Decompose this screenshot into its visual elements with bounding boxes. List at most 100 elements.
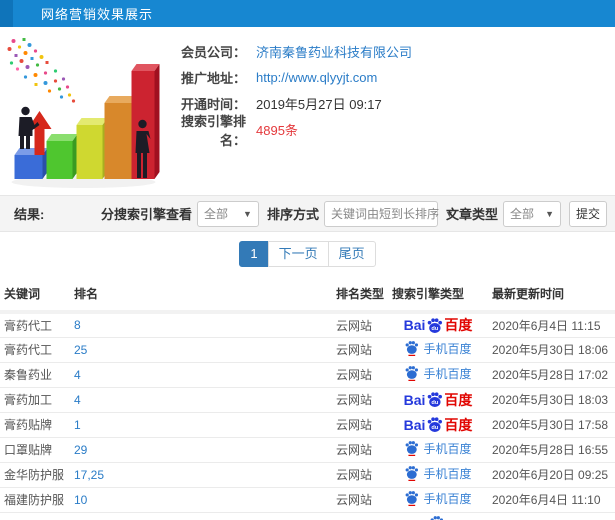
engine-select[interactable]: 全部 ▼	[196, 200, 259, 227]
col-rank-type: 排名类型	[332, 277, 388, 314]
engine-filter-label: 分搜索引擎查看	[100, 207, 192, 222]
rank-link[interactable]: 1	[74, 418, 81, 432]
article-type-value: 全部	[510, 207, 535, 221]
updated-cell: 2020年5月30日 17:58	[488, 412, 615, 438]
table-row: 金华防护服 17,25 云网站 手机百度 2020年6月20日 09:25	[0, 462, 615, 488]
engine-select-value: 全部	[203, 207, 228, 221]
baidu-paw-icon	[406, 466, 419, 482]
rank-type-cell: 云网站	[332, 337, 388, 363]
rank-type-cell: 云网站	[332, 312, 388, 338]
keyword-cell: 膏药加工	[0, 387, 70, 413]
mobile-baidu-logo: 手机百度	[404, 465, 472, 482]
sort-select[interactable]: 关键词由短到长排序 ▼	[323, 200, 454, 227]
page-title: 网络营销效果展示	[41, 7, 154, 22]
rank-type-cell	[332, 512, 388, 520]
rank-link[interactable]: 25	[74, 343, 87, 357]
rank-link[interactable]: 10	[74, 493, 87, 507]
col-keyword: 关键词	[0, 277, 70, 314]
account-info-section: 会员公司： 济南秦鲁药业科技有限公司 推广地址： http://www.qlyy…	[0, 27, 615, 195]
rank-link[interactable]: 4	[74, 393, 81, 407]
sort-select-value: 关键词由短到长排序	[330, 207, 439, 221]
promo-url-row: 推广地址： http://www.qlyyjt.com	[162, 69, 615, 86]
company-label: 会员公司：	[180, 45, 246, 60]
company-link[interactable]: 济南秦鲁药业科技有限公司	[256, 42, 412, 61]
pagination: 1 下一页 尾页	[0, 241, 615, 267]
updated-cell: 2020年5月30日 18:06	[488, 337, 615, 363]
open-time-row: 开通时间： 2019年5月27日 09:17	[162, 95, 615, 112]
baidu-paw-icon	[406, 341, 419, 357]
marketing-report-page: 网络营销效果展示 会员公司： 济南秦鲁药业科技有限公司 推广地址： http:/…	[0, 0, 615, 520]
updated-cell: 2020年5月28日 17:02	[488, 362, 615, 388]
member-info-list: 会员公司： 济南秦鲁药业科技有限公司 推广地址： http://www.qlyy…	[162, 35, 615, 195]
submit-button[interactable]: 提交	[569, 200, 607, 227]
table-row: 膏药代工 25 云网站 手机百度 2020年5月30日 18:06	[0, 337, 615, 363]
keyword-rank-table: 关键词 排名 排名类型 搜索引擎类型 最新更新时间 膏药代工 8 云网站 Bai…	[0, 277, 615, 520]
svg-text:du: du	[432, 326, 439, 332]
col-updated: 最新更新时间	[488, 277, 615, 314]
rank-type-cell: 云网站	[332, 487, 388, 513]
updated-cell: 2020年5月30日 18:03	[488, 387, 615, 413]
table-row: 口罩贴牌 29 云网站 手机百度 2020年5月28日 16:55	[0, 437, 615, 463]
chevron-down-icon: ▼	[243, 208, 252, 219]
article-type-select[interactable]: 全部 ▼	[503, 200, 561, 227]
rank-link[interactable]: 29	[74, 443, 87, 457]
open-time-value: 2019年5月27日 09:17	[256, 97, 382, 112]
mobile-baidu-logo: 手机百度	[404, 340, 472, 357]
confetti-dots	[7, 38, 76, 103]
rank-link[interactable]: 17,25	[74, 468, 104, 482]
keyword-cell: 膏药贴牌	[0, 412, 70, 438]
keyword-cell: 口罩贴牌	[0, 437, 70, 463]
engine-rank-row: 搜索引擎排名： 4895条	[162, 114, 615, 148]
mobile-baidu-logo: 手机百度	[404, 490, 472, 507]
keyword-cell: 金华防护服	[0, 462, 70, 488]
table-row	[0, 512, 615, 520]
last-page-button[interactable]: 尾页	[327, 241, 376, 267]
engine-rank-label: 搜索引擎排名：	[180, 113, 246, 148]
updated-cell: 2020年5月28日 16:55	[488, 437, 615, 463]
table-header-row: 关键词 排名 排名类型 搜索引擎类型 最新更新时间	[0, 277, 615, 314]
table-row: 膏药贴牌 1 云网站 Bai du 百度 2020年5月30日 17:58	[0, 412, 615, 438]
baidu-paw-icon: du	[428, 417, 443, 432]
baidu-logo: Bai du 百度	[403, 391, 473, 408]
rank-type-cell: 云网站	[332, 387, 388, 413]
result-label: 结果:	[14, 207, 45, 222]
baidu-paw-icon	[430, 516, 443, 520]
table-row: 秦鲁药业 4 云网站 手机百度 2020年5月28日 17:02	[0, 362, 615, 388]
keyword-cell: 福建防护服	[0, 487, 70, 513]
title-bar: 网络营销效果展示	[0, 0, 615, 27]
title-bar-accent	[0, 0, 13, 27]
updated-cell: 2020年6月4日 11:10	[488, 487, 615, 513]
page-1-button[interactable]: 1	[239, 241, 269, 267]
table-row: 膏药代工 8 云网站 Bai du 百度 2020年6月4日 11:15	[0, 312, 615, 338]
promo-url-link[interactable]: http://www.qlyyjt.com	[256, 70, 377, 85]
svg-text:du: du	[432, 400, 439, 406]
rank-type-cell: 云网站	[332, 362, 388, 388]
svg-text:du: du	[432, 425, 439, 431]
keyword-cell: 膏药代工	[0, 312, 70, 338]
updated-cell	[488, 512, 615, 520]
baidu-paw-icon: du	[428, 318, 443, 333]
baidu-paw-icon	[406, 441, 419, 457]
filter-bar: 结果: 分搜索引擎查看 全部 ▼ 排序方式 关键词由短到长排序 ▼ 文章类型 全…	[0, 195, 615, 232]
rank-link[interactable]: 4	[74, 368, 81, 382]
rank-type-cell: 云网站	[332, 437, 388, 463]
updated-cell: 2020年6月4日 11:15	[488, 312, 615, 338]
baidu-logo: Bai du 百度	[403, 317, 473, 334]
rank-type-cell: 云网站	[332, 462, 388, 488]
url-label: 推广地址：	[180, 71, 246, 86]
next-page-button[interactable]: 下一页	[267, 241, 329, 267]
article-type-label: 文章类型	[445, 207, 498, 222]
col-rank: 排名	[70, 277, 332, 314]
keyword-cell: 膏药代工	[0, 337, 70, 363]
keyword-cell	[0, 512, 70, 520]
engine-rank-count: 4895条	[256, 123, 298, 138]
keyword-cell: 秦鲁药业	[0, 362, 70, 388]
mobile-baidu-logo: 手机百度	[404, 440, 472, 457]
mobile-baidu-logo	[429, 515, 448, 520]
rank-link[interactable]: 8	[74, 318, 81, 332]
rank-type-cell: 云网站	[332, 412, 388, 438]
chevron-down-icon: ▼	[545, 208, 554, 219]
baidu-paw-icon	[406, 366, 419, 382]
updated-cell: 2020年6月20日 09:25	[488, 462, 615, 488]
mobile-baidu-logo: 手机百度	[404, 365, 472, 382]
